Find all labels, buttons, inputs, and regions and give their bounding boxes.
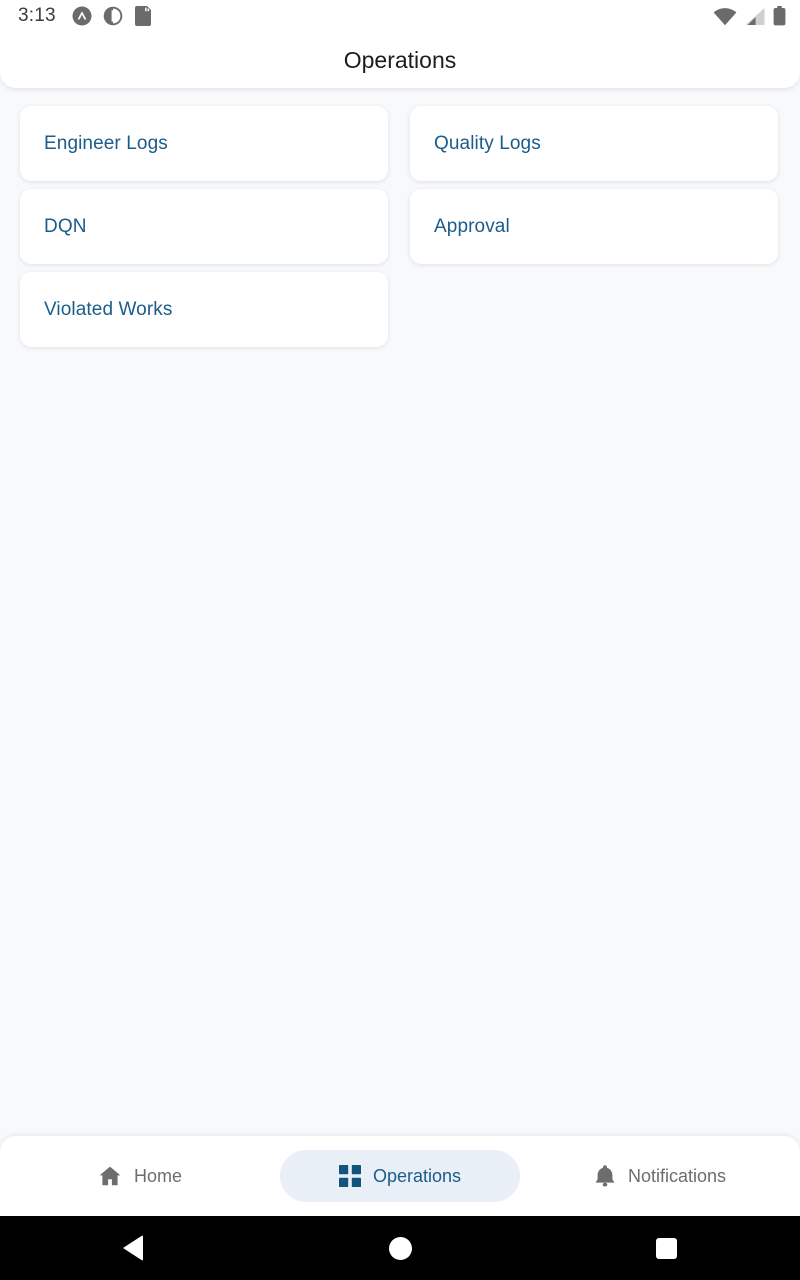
operation-card-engineer-logs[interactable]: Engineer Logs xyxy=(20,106,388,181)
back-triangle-icon xyxy=(123,1235,144,1261)
operation-card-label: Approval xyxy=(434,215,510,237)
app-root: 3:13 Operations Engineer Logs Quality Lo… xyxy=(0,0,800,1280)
android-recents-button[interactable] xyxy=(533,1237,800,1259)
operation-card-label: Violated Works xyxy=(44,298,173,320)
sd-card-icon xyxy=(134,6,151,26)
main-content: Engineer Logs Quality Logs DQN Approval … xyxy=(0,88,800,1136)
operation-card-label: Engineer Logs xyxy=(44,132,168,154)
operation-card-quality-logs[interactable]: Quality Logs xyxy=(410,106,778,181)
operations-card-grid: Engineer Logs Quality Logs DQN Approval … xyxy=(20,106,780,347)
bottom-navigation-bar: Home Operations Notifications xyxy=(0,1136,800,1216)
android-back-button[interactable] xyxy=(0,1235,267,1261)
nav-tab-home[interactable]: Home xyxy=(0,1150,280,1202)
android-home-button[interactable] xyxy=(267,1236,534,1260)
theme-contrast-icon xyxy=(103,6,123,26)
status-bar-clock: 3:13 xyxy=(18,5,56,26)
home-circle-icon xyxy=(388,1236,412,1260)
nav-tab-label: Home xyxy=(133,1165,182,1186)
cellular-signal-icon xyxy=(745,7,765,25)
battery-icon xyxy=(773,6,786,26)
nav-tab-label: Notifications xyxy=(627,1165,727,1186)
operation-card-dqn[interactable]: DQN xyxy=(20,189,388,264)
android-system-navigation xyxy=(0,1216,800,1280)
status-bar-right-icons xyxy=(713,6,786,26)
status-bar: 3:13 xyxy=(0,0,800,32)
operation-card-label: DQN xyxy=(44,215,87,237)
operation-card-label: Quality Logs xyxy=(434,132,541,154)
grid-icon xyxy=(338,1165,361,1187)
page-title: Operations xyxy=(343,46,457,73)
wifi-icon xyxy=(713,7,737,25)
home-icon xyxy=(99,1166,121,1186)
app-header: Operations xyxy=(0,32,800,88)
operation-card-violated-works[interactable]: Violated Works xyxy=(20,272,388,347)
operation-card-approval[interactable]: Approval xyxy=(410,189,778,264)
status-bar-left-icons xyxy=(72,6,152,26)
bell-icon xyxy=(595,1165,615,1187)
app-badge-icon xyxy=(72,6,92,26)
nav-tab-notifications[interactable]: Notifications xyxy=(520,1150,800,1202)
nav-tab-label: Operations xyxy=(372,1165,462,1186)
nav-tab-operations[interactable]: Operations xyxy=(280,1150,520,1202)
recents-square-icon xyxy=(656,1237,678,1259)
